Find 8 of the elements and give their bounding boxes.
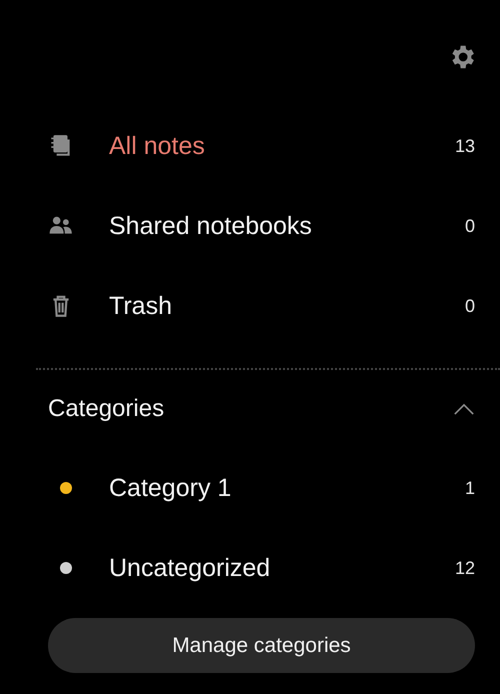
categories-header[interactable]: Categories [48, 370, 475, 448]
category-item[interactable]: Uncategorized 12 [48, 528, 475, 608]
chevron-icon [453, 402, 475, 416]
nav-item[interactable]: Trash 0 [48, 266, 475, 346]
nav-item[interactable]: Shared notebooks 0 [48, 186, 475, 266]
manage-categories-button[interactable]: Manage categories [48, 618, 475, 673]
category-item[interactable]: Category 1 1 [48, 448, 475, 528]
nav-item[interactable]: All notes 13 [48, 106, 475, 186]
